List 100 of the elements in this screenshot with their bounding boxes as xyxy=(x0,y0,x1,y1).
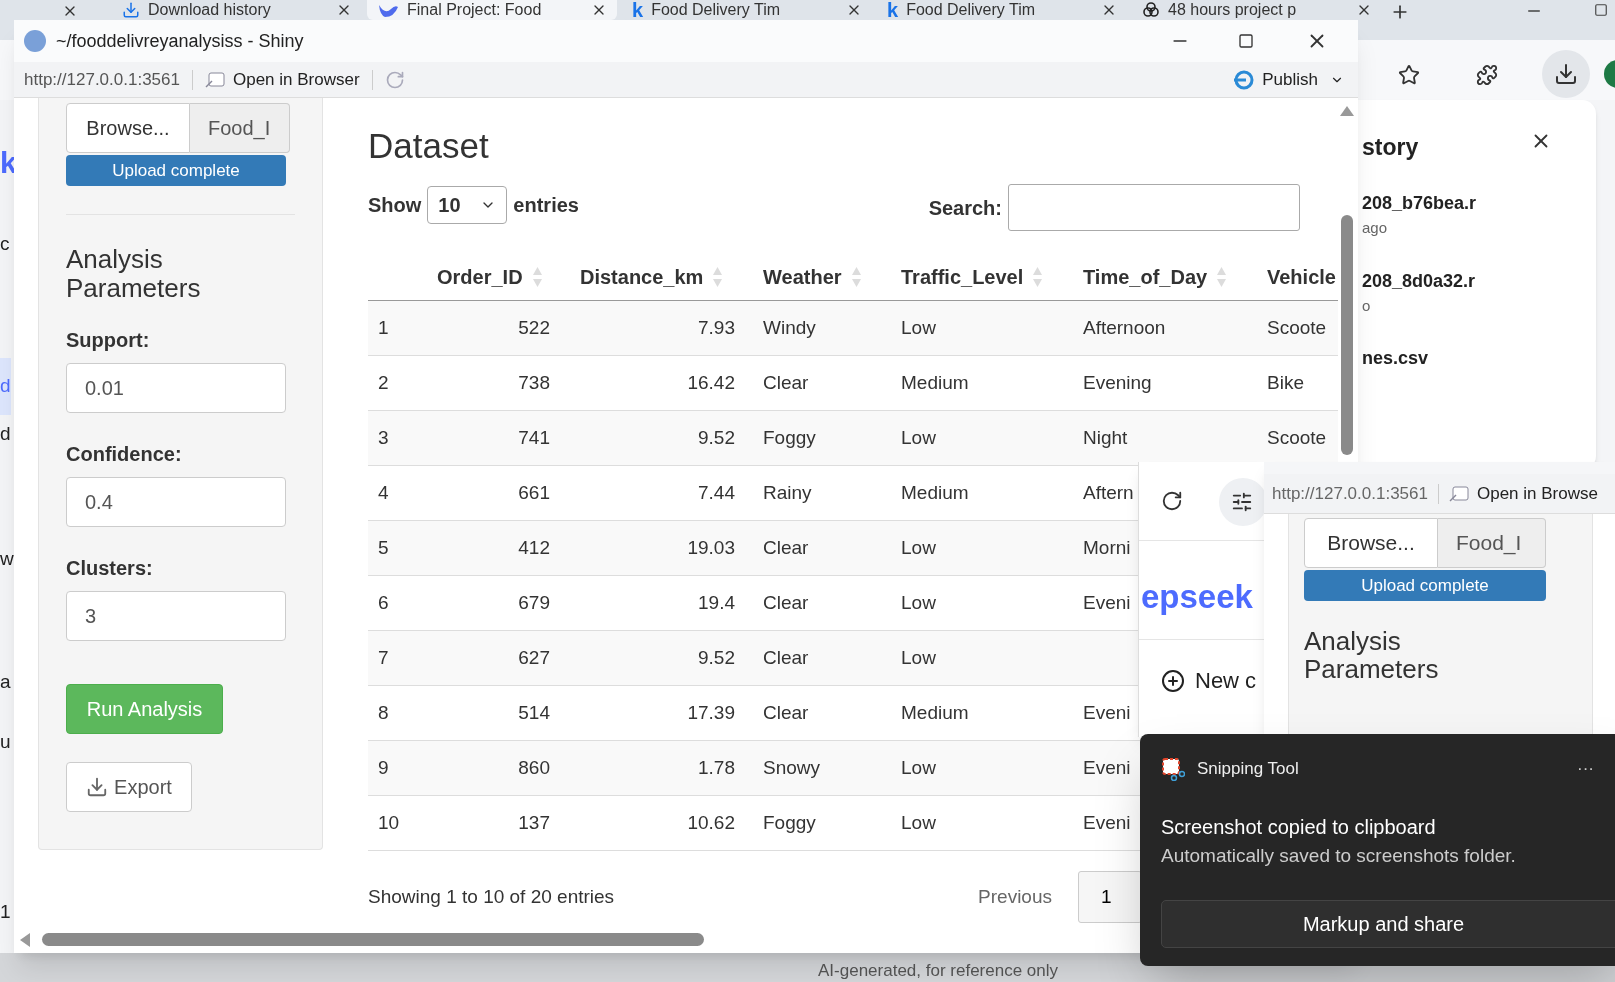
table-cell-text: Bike xyxy=(1267,370,1304,395)
field-label: Clusters: xyxy=(66,556,154,581)
file-name-field[interactable]: Food_I xyxy=(190,103,290,153)
table-cell-text: 19.4 xyxy=(698,590,735,615)
knot-icon xyxy=(1142,1,1160,19)
table-cell-text: 9 xyxy=(378,755,389,780)
table-cell-text: 9.52 xyxy=(698,645,735,670)
bookmark-star-icon[interactable] xyxy=(1398,64,1420,86)
table-cell-text: 661 xyxy=(518,480,550,505)
new-chat-button[interactable]: New c xyxy=(1161,664,1257,697)
number-field[interactable]: 0.4 xyxy=(66,477,286,527)
open-in-browser-button[interactable]: Open in Browser xyxy=(204,66,360,93)
table-cell-text: Scoote xyxy=(1267,425,1327,450)
table-cell-text: Low xyxy=(901,755,936,780)
download-file-name[interactable]: 208_8d0a32.r xyxy=(1362,267,1477,295)
table-cell-text: 627 xyxy=(518,645,550,670)
upload-progress-fill: Upload complete xyxy=(66,155,286,186)
section-heading: Analysis Parameters xyxy=(1304,627,1440,683)
table-cell-text: 137 xyxy=(518,810,550,835)
refresh-icon[interactable] xyxy=(1161,490,1183,512)
table-cell-text: Snowy xyxy=(763,755,821,780)
table-cell-text: 2 xyxy=(378,370,389,395)
column-header[interactable]: Order_ID xyxy=(437,261,523,292)
column-header[interactable]: Distance_km xyxy=(580,261,704,292)
table-cell-text: Clear xyxy=(763,700,809,725)
tab-title: Food Delivery Tim xyxy=(651,0,782,20)
maximize-icon[interactable] xyxy=(1238,33,1254,49)
table-cell-text: Clear xyxy=(763,370,809,395)
column-header[interactable]: Vehicle xyxy=(1267,261,1336,292)
table-cell-text: Medium xyxy=(901,700,969,725)
download-icon xyxy=(1554,62,1578,86)
table-cell-text: Windy xyxy=(763,315,816,340)
browse-button[interactable]: Browse... xyxy=(66,103,190,153)
page-length-select[interactable]: 10 xyxy=(427,185,508,224)
page-text: c xyxy=(0,232,10,256)
download-file-name[interactable]: 208_b76bea.r xyxy=(1362,190,1477,217)
table-cell-text: 741 xyxy=(518,425,550,450)
number-field[interactable]: 3 xyxy=(66,591,286,641)
table-cell-text: Foggy xyxy=(763,425,816,450)
snipping-tool-icon xyxy=(1161,756,1185,781)
table-cell-text: 1.78 xyxy=(698,755,735,780)
page-text: d xyxy=(0,422,11,446)
downloads-button[interactable] xyxy=(1542,50,1590,98)
download-detail: ago xyxy=(1362,218,1389,238)
publish-button[interactable]: Publish xyxy=(1232,66,1344,93)
panel-title: story xyxy=(1362,133,1419,162)
table-cell-text: 4 xyxy=(378,480,389,505)
chat-logo: epseek xyxy=(1141,577,1253,617)
table-cell-text: 9.52 xyxy=(698,425,735,450)
tab-logo: k xyxy=(632,0,644,20)
scroll-left-arrow-icon[interactable] xyxy=(20,933,30,947)
table-cell-text: 7.93 xyxy=(698,315,735,340)
open-in-browser-button[interactable]: Open in Browse xyxy=(1448,480,1598,507)
table-cell-text: 7.44 xyxy=(698,480,735,505)
extensions-icon[interactable] xyxy=(1476,64,1498,86)
upload-progress-fill: Upload complete xyxy=(1304,570,1546,601)
file-name-field[interactable]: Food_I xyxy=(1438,518,1546,568)
column-header[interactable]: Weather xyxy=(763,261,842,292)
table-cell-text: 6 xyxy=(378,590,389,615)
browse-button[interactable]: Browse... xyxy=(1304,518,1438,568)
table-cell-text: Eveni xyxy=(1083,810,1131,835)
table-info: Showing 1 to 10 of 20 entries xyxy=(368,884,615,909)
table-cell-text: 5 xyxy=(378,535,389,560)
table-cell-text: 738 xyxy=(518,370,550,395)
horizontal-scrollbar-thumb[interactable] xyxy=(42,933,704,946)
settings-button[interactable] xyxy=(1219,478,1267,526)
table-cell-text: Clear xyxy=(763,645,809,670)
page-text: w xyxy=(0,547,14,571)
export-button[interactable]: Export xyxy=(66,762,192,812)
page-text: 1 xyxy=(0,900,11,924)
scroll-up-arrow-icon[interactable] xyxy=(1340,106,1354,116)
maximize-icon[interactable] xyxy=(1594,3,1608,17)
table-cell-text: Clear xyxy=(763,590,809,615)
table-cell-text: Eveni xyxy=(1083,755,1131,780)
markup-and-share-button[interactable]: Markup and share xyxy=(1161,900,1615,948)
column-header[interactable]: Time_of_Day xyxy=(1083,261,1208,292)
entries-label: entries xyxy=(513,192,579,218)
table-cell-text: Aftern xyxy=(1083,480,1134,505)
show-label: Show xyxy=(368,192,422,218)
r-logo-icon xyxy=(24,30,46,52)
previous-link[interactable]: Previous xyxy=(978,882,1052,912)
table-cell-text: 860 xyxy=(518,755,550,780)
page-button[interactable]: 1 xyxy=(1078,871,1142,923)
table-cell-text: Low xyxy=(901,425,936,450)
table-cell-text: 3 xyxy=(378,425,389,450)
more-options-button[interactable]: ··· xyxy=(1577,756,1594,782)
column-header[interactable]: Traffic_Level xyxy=(901,261,1024,292)
search-field[interactable] xyxy=(1008,184,1300,231)
disclaimer-text: AI-generated, for reference only xyxy=(818,960,1059,982)
tab-title: Download history xyxy=(148,0,272,20)
browser-tab[interactable]: Final Project: Food xyxy=(367,0,617,20)
field-label: Support: xyxy=(66,328,151,353)
table-cell-text: Afternoon xyxy=(1083,315,1166,340)
table-cell-text: Rainy xyxy=(763,480,812,505)
number-field[interactable]: 0.01 xyxy=(66,363,286,413)
tab-title: Final Project: Food xyxy=(407,0,543,20)
page-text: a xyxy=(0,670,11,694)
table-cell-text: Eveni xyxy=(1083,590,1131,615)
vertical-scrollbar-thumb[interactable] xyxy=(1341,215,1353,455)
download-file-name[interactable]: nes.csv xyxy=(1362,345,1477,372)
